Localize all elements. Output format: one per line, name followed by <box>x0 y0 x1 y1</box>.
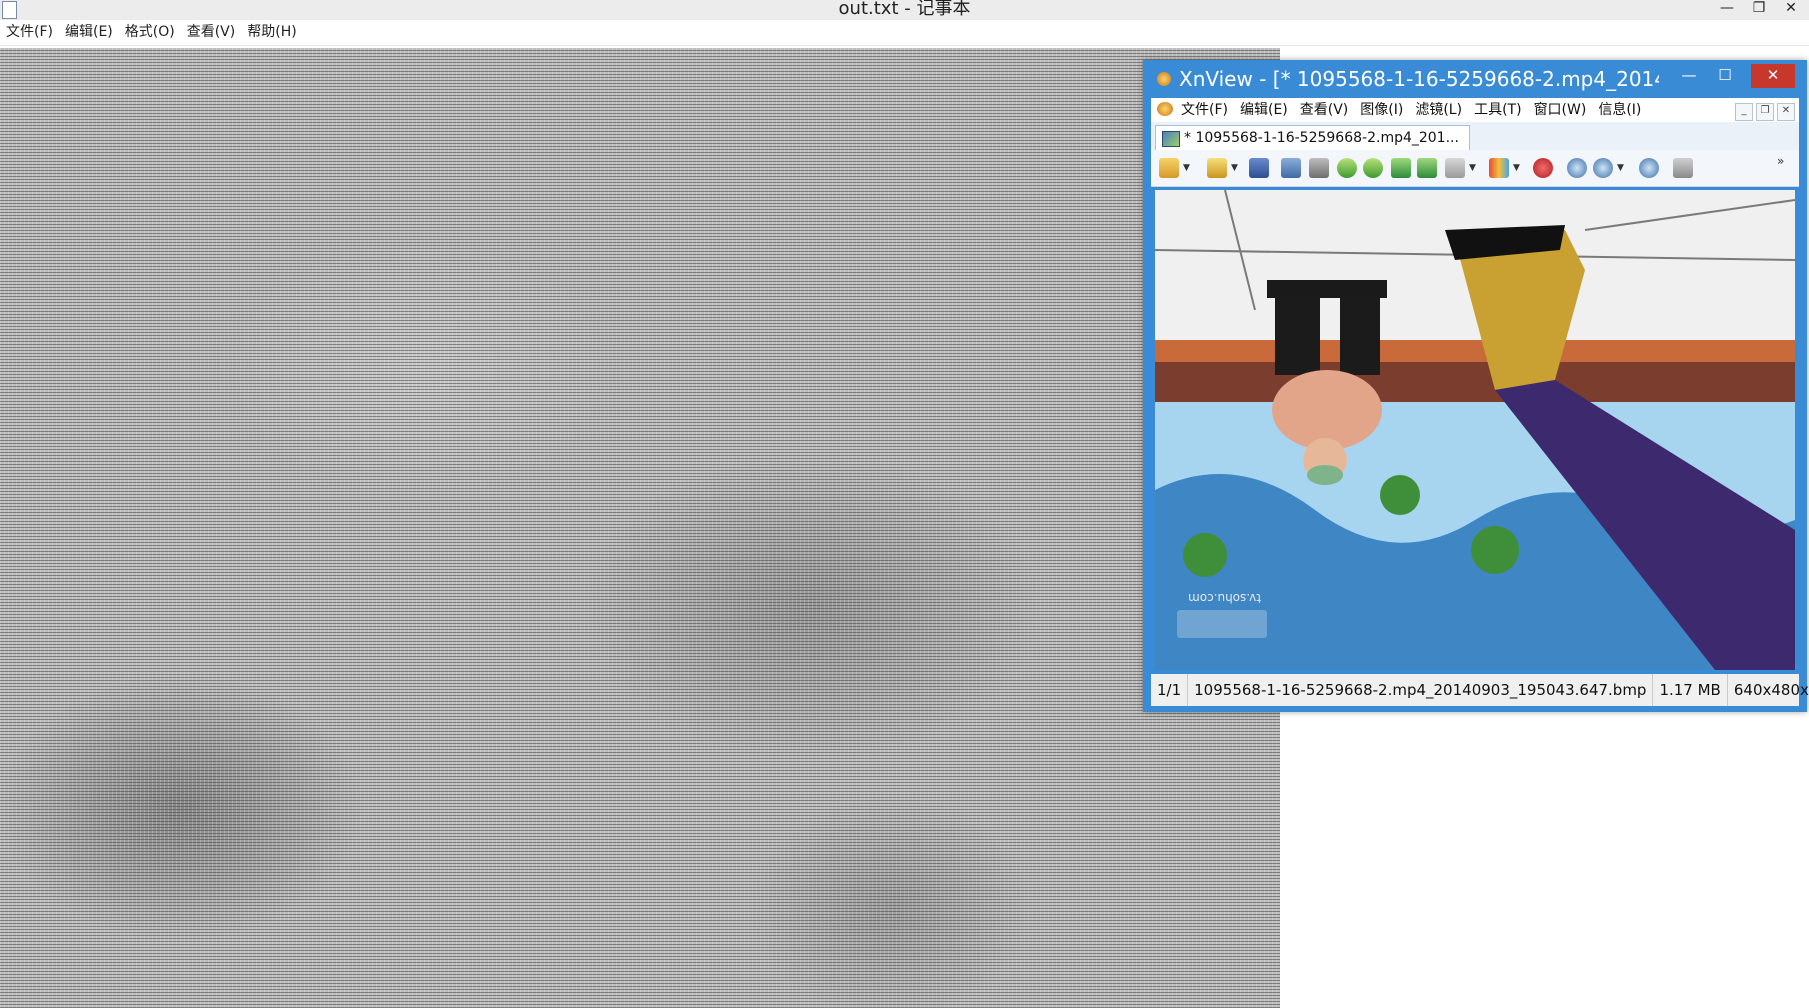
xv-menu-edit[interactable]: 编辑(E) <box>1234 98 1294 122</box>
browser-icon[interactable] <box>1159 158 1179 178</box>
image-file-icon <box>1162 131 1180 147</box>
xnview-window: XnView - [* 1095568-1-16-5259668-2.mp4_2… <box>1143 60 1809 712</box>
notepad-maximize-button[interactable]: ❐ <box>1745 0 1773 18</box>
save-icon[interactable] <box>1249 158 1269 178</box>
mdi-minimize-button[interactable]: _ <box>1735 103 1753 121</box>
chevron-down-icon[interactable]: ▼ <box>1617 163 1624 173</box>
status-dimensions: 640x480x <box>1728 674 1809 706</box>
menu-format[interactable]: 格式(O) <box>119 20 181 44</box>
xv-menu-filter[interactable]: 滤镜(L) <box>1409 98 1468 122</box>
notepad-close-button[interactable]: ✕ <box>1777 0 1805 18</box>
menu-edit[interactable]: 编辑(E) <box>59 20 119 44</box>
notepad-window-title: out.txt - 记事本 <box>838 0 971 19</box>
xv-menu-tools[interactable]: 工具(T) <box>1468 98 1527 122</box>
watermark-text: tv.sohu.com <box>1188 591 1261 605</box>
xnview-toolbar: ▼ ▼ ▼ ▼ ▼ » <box>1151 150 1799 187</box>
xnview-titlebar[interactable]: XnView - [* 1095568-1-16-5259668-2.mp4_2… <box>1143 60 1807 98</box>
rotate-right-icon[interactable] <box>1363 158 1383 178</box>
status-filesize: 1.17 MB <box>1653 674 1728 706</box>
undo-icon[interactable] <box>1281 158 1301 178</box>
menu-help[interactable]: 帮助(H) <box>241 20 302 44</box>
zoom-dropdown-icon[interactable] <box>1593 158 1613 178</box>
toolbar-overflow-icon[interactable]: » <box>1777 154 1784 168</box>
xnview-menubar: 文件(F) 编辑(E) 查看(V) 图像(I) 滤镜(L) 工具(T) 窗口(W) 信息(I)… <box>1151 98 1799 122</box>
open-folder-icon[interactable] <box>1207 158 1227 178</box>
xv-menu-info[interactable]: 信息(I) <box>1592 98 1647 122</box>
xv-menu-file[interactable]: 文件(F) <box>1175 98 1234 122</box>
mdi-close-button[interactable]: ✕ <box>1777 103 1795 121</box>
xnview-statusbar: 1/1 1095568-1-16-5259668-2.mp4_20140903_1… <box>1151 674 1809 706</box>
notepad-menubar: 文件(F) 编辑(E) 格式(O) 查看(V) 帮助(H) <box>0 20 1809 46</box>
menu-file[interactable]: 文件(F) <box>0 20 59 44</box>
image-watermark: tv.sohu.com <box>1177 591 1267 638</box>
xnview-maximize-button[interactable]: ☐ <box>1709 64 1741 88</box>
xv-menu-window[interactable]: 窗口(W) <box>1528 98 1593 122</box>
rotate-left-icon[interactable] <box>1337 158 1357 178</box>
import-icon[interactable] <box>1417 158 1437 178</box>
zoom-out-icon[interactable] <box>1639 158 1659 178</box>
xv-menu-view[interactable]: 查看(V) <box>1294 98 1355 122</box>
tab-label: * 1095568-1-16-5259668-2.mp4_201... <box>1184 130 1459 146</box>
xnview-minimize-button[interactable]: — <box>1673 64 1705 88</box>
menu-view[interactable]: 查看(V) <box>181 20 242 44</box>
xnview-window-title: XnView - [* 1095568-1-16-5259668-2.mp4_2… <box>1179 67 1659 91</box>
xnview-close-button[interactable]: ✕ <box>1751 64 1795 88</box>
displayed-image[interactable]: tv.sohu.com <box>1155 190 1795 670</box>
crop-icon[interactable] <box>1309 158 1329 178</box>
export-icon[interactable] <box>1391 158 1411 178</box>
xnview-menu-app-icon[interactable] <box>1157 102 1173 116</box>
back-icon[interactable] <box>1673 158 1693 178</box>
tab-image-document[interactable]: * 1095568-1-16-5259668-2.mp4_201... <box>1155 125 1470 150</box>
chevron-down-icon[interactable]: ▼ <box>1513 163 1520 173</box>
status-filename: 1095568-1-16-5259668-2.mp4_20140903_1950… <box>1188 674 1654 706</box>
adjust-icon[interactable] <box>1445 158 1465 178</box>
chevron-down-icon[interactable]: ▼ <box>1231 163 1238 173</box>
chevron-down-icon[interactable]: ▼ <box>1469 163 1476 173</box>
chevron-down-icon[interactable]: ▼ <box>1183 163 1190 173</box>
xnview-tabstrip: * 1095568-1-16-5259668-2.mp4_201... <box>1151 122 1799 150</box>
notepad-minimize-button[interactable]: — <box>1713 0 1741 18</box>
zoom-in-icon[interactable] <box>1567 158 1587 178</box>
xv-menu-image[interactable]: 图像(I) <box>1354 98 1409 122</box>
image-crowd-rail <box>1155 340 1795 362</box>
palette-icon[interactable] <box>1489 158 1509 178</box>
notepad-titlebar: out.txt - 记事本 — ❐ ✕ <box>0 0 1809 21</box>
notepad-text-area[interactable] <box>0 48 1280 1008</box>
image-crowd <box>1155 362 1795 402</box>
mdi-restore-button[interactable]: ❐ <box>1756 103 1774 121</box>
effects-icon[interactable] <box>1533 158 1553 178</box>
xnview-app-icon <box>1157 72 1171 86</box>
status-image-index: 1/1 <box>1151 674 1189 706</box>
